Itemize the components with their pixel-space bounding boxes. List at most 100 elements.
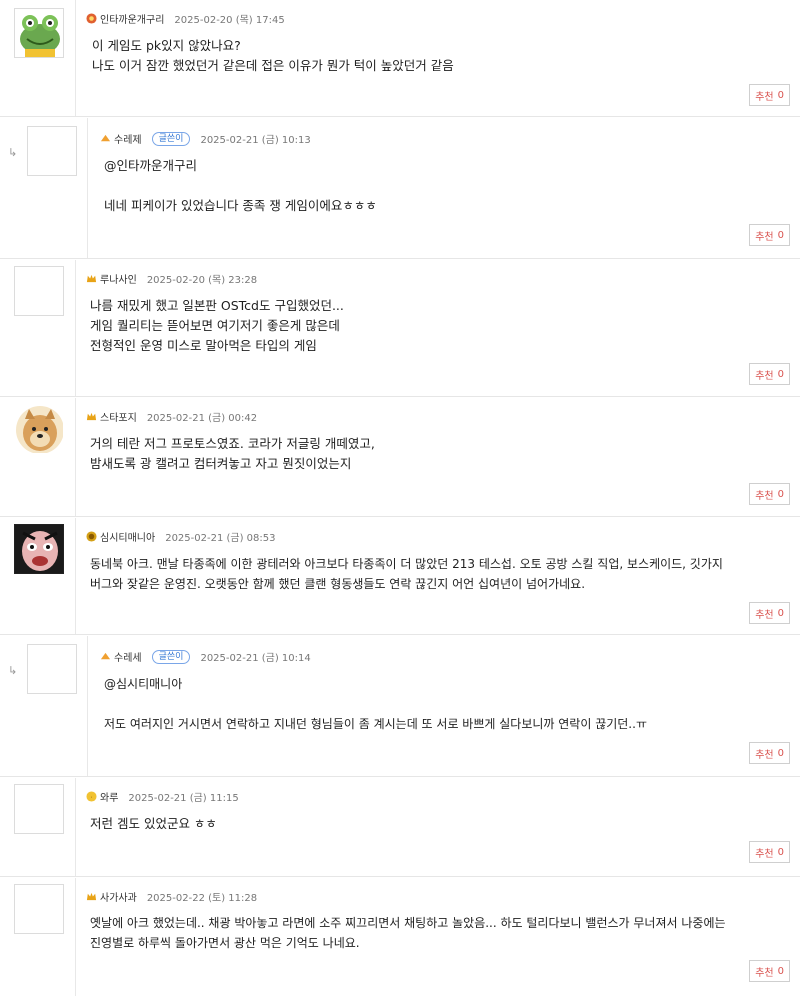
recommend-button[interactable]: 추천 0	[749, 224, 790, 246]
reply-arrow-icon: ↳	[8, 146, 18, 159]
comment-item: 사가사과 2025-02-22 (토) 11:28 옛날에 아크 했었는데.. …	[0, 878, 800, 996]
comment-item: 심시티매니아 2025-02-21 (금) 08:53 동네북 아크. 맨날 타…	[0, 518, 800, 635]
comment-date: 2025-02-22 (토) 11:28	[146, 893, 258, 904]
comment-line: 저도 여러지인 거시면서 연락하고 지내던 형님들이 좀 계시는데 또 서로 바…	[104, 717, 647, 731]
svg-text:·: ·	[90, 793, 92, 801]
comment-line: 네네 피케이가 있었습니다 종족 쟁 게임이에요ㅎㅎㅎ	[104, 198, 377, 213]
comment-line: 이 게임도 pk있지 않았나요?	[92, 38, 241, 53]
reply-arrow-icon: ↳	[8, 664, 18, 677]
recommend-button[interactable]: 추천 0	[749, 841, 790, 863]
blank-avatar[interactable]	[14, 266, 64, 316]
recommend-button[interactable]: 추천 0	[749, 742, 790, 764]
level-icon	[86, 531, 97, 542]
author-nickname[interactable]: 심시티매니아	[100, 529, 155, 544]
mention-link[interactable]: @인타까운개구리	[104, 156, 377, 176]
author-nickname[interactable]: 루나사인	[100, 271, 137, 286]
level-icon	[100, 652, 111, 660]
comment-meta: 심시티매니아 2025-02-21 (금) 08:53	[86, 529, 276, 544]
recommend-count: 0	[777, 89, 784, 101]
comment-date: 2025-02-21 (금) 08:53	[165, 533, 276, 544]
recommend-button[interactable]: 추천 0	[749, 483, 790, 505]
recommend-label: 추천	[755, 91, 774, 103]
comment-body: 옛날에 아크 했었는데.. 채광 박아놓고 라면에 소주 찌끄리면서 채팅하고 …	[90, 913, 726, 953]
recommend-count: 0	[777, 368, 784, 380]
recommend-button[interactable]: 추천 0	[749, 602, 790, 624]
comment-meta: 스타포지 2025-02-21 (금) 00:42	[86, 409, 257, 424]
author-nickname[interactable]: 수레세	[114, 649, 142, 664]
comment-date: 2025-02-21 (금) 10:13	[200, 135, 311, 146]
recommend-label: 추천	[755, 967, 774, 979]
blank-avatar[interactable]	[14, 784, 64, 834]
comment-meta: · 와루 2025-02-21 (금) 11:15	[86, 789, 239, 804]
recommend-label: 추천	[755, 609, 774, 621]
recommend-label: 추천	[755, 490, 774, 502]
face-avatar[interactable]	[14, 524, 64, 574]
recommend-label: 추천	[755, 848, 774, 860]
comment-item: 루나사인 2025-02-20 (목) 23:28 나름 재밌게 했고 일본판 …	[0, 260, 800, 397]
author-badge: 글쓴이	[151, 649, 191, 664]
level-icon	[100, 134, 111, 142]
comment-meta: 사가사과 2025-02-22 (토) 11:28	[86, 889, 257, 904]
comment-item: 스타포지 2025-02-21 (금) 00:42 거의 테란 저그 프로토스였…	[0, 398, 800, 517]
blank-avatar[interactable]	[27, 644, 77, 694]
comment-line: 나도 이거 잠깐 했었던거 같은데 접은 이유가 뭔가 턱이 높았던거 같음	[92, 58, 454, 73]
comment-line: 버그와 잦같은 운영진. 오랫동안 함께 했던 클랜 형동생들도 연락 끊긴지 …	[90, 577, 586, 591]
comment-meta: 수레제 글쓴이 2025-02-21 (금) 10:13	[100, 131, 311, 146]
doge-avatar[interactable]	[14, 404, 64, 454]
recommend-button[interactable]: 추천 0	[749, 960, 790, 982]
comment-item: · 와루 2025-02-21 (금) 11:15 저런 겜도 있었군요 ㅎㅎ …	[0, 778, 800, 877]
comment-line: 옛날에 아크 했었는데.. 채광 박아놓고 라면에 소주 찌끄리면서 채팅하고 …	[90, 916, 726, 930]
comment-meta: 수레세 글쓴이 2025-02-21 (금) 10:14	[100, 649, 311, 664]
comment-body: 저런 겜도 있었군요 ㅎㅎ	[90, 814, 217, 834]
author-badge: 글쓴이	[151, 131, 191, 146]
comment-line: 동네북 아크. 맨날 타종족에 이한 광테러와 아크보다 타종족이 더 많았던 …	[90, 557, 723, 571]
mention-link[interactable]: @심시티매니아	[104, 674, 647, 694]
author-nickname[interactable]: 수레제	[114, 131, 142, 146]
comment-meta: 인타까운개구리 2025-02-20 (목) 17:45	[86, 11, 285, 26]
recommend-count: 0	[777, 607, 784, 619]
author-nickname[interactable]: 인타까운개구리	[100, 11, 164, 26]
comment-body: 거의 테란 저그 프로토스였죠. 코라가 저글링 개떼였고, 밤새도록 광 캘려…	[90, 434, 375, 474]
comment-line: 밤새도록 광 캘려고 컴터켜놓고 자고 뭔짓이었는지	[90, 456, 352, 471]
comment-date: 2025-02-21 (금) 10:14	[200, 653, 311, 664]
recommend-count: 0	[777, 965, 784, 977]
crown-icon	[86, 274, 97, 283]
comment-body: 이 게임도 pk있지 않았나요? 나도 이거 잠깐 했었던거 같은데 접은 이유…	[92, 36, 454, 76]
reply-comment-item: ↳ 수레제 글쓴이 2025-02-21 (금) 10:13 @인타까운개구리 …	[0, 118, 800, 259]
recommend-label: 추천	[755, 370, 774, 382]
author-nickname[interactable]: 와루	[100, 789, 118, 804]
comment-line: 저런 겜도 있었군요 ㅎㅎ	[90, 816, 217, 831]
comment-date: 2025-02-21 (금) 00:42	[146, 413, 258, 424]
level-icon	[86, 13, 97, 24]
comment-body: @인타까운개구리 네네 피케이가 있었습니다 종족 쟁 게임이에요ㅎㅎㅎ	[104, 156, 377, 216]
comment-line: 전형적인 운영 미스로 말아먹은 타입의 게임	[90, 338, 317, 353]
recommend-label: 추천	[755, 749, 774, 761]
comment-line: 진영별로 하루씩 돌아가면서 광산 먹은 기억도 나네요.	[90, 936, 360, 950]
recommend-label: 추천	[755, 231, 774, 243]
recommend-button[interactable]: 추천 0	[749, 84, 790, 106]
comment-item: 인타까운개구리 2025-02-20 (목) 17:45 이 게임도 pk있지 …	[0, 0, 800, 117]
recommend-count: 0	[777, 747, 784, 759]
recommend-count: 0	[777, 229, 784, 241]
comment-body: 동네북 아크. 맨날 타종족에 이한 광테러와 아크보다 타종족이 더 많았던 …	[90, 554, 723, 594]
blank-avatar[interactable]	[27, 126, 77, 176]
line-spacer	[104, 176, 377, 196]
comment-date: 2025-02-21 (금) 11:15	[128, 793, 239, 804]
comment-body: @심시티매니아 저도 여러지인 거시면서 연락하고 지내던 형님들이 좀 계시는…	[104, 674, 647, 734]
comment-line: 게임 퀄리티는 뜯어보면 여기저기 좋은게 많은데	[90, 318, 340, 333]
recommend-count: 0	[777, 488, 784, 500]
recommend-button[interactable]: 추천 0	[749, 363, 790, 385]
comment-body: 나름 재밌게 했고 일본판 OSTcd도 구입했었던... 게임 퀄리티는 뜯어…	[90, 296, 344, 356]
line-spacer	[104, 694, 647, 714]
author-nickname[interactable]: 사가사과	[100, 889, 137, 904]
crown-icon	[86, 892, 97, 901]
reply-comment-item: ↳ 수레세 글쓴이 2025-02-21 (금) 10:14 @심시티매니아 저…	[0, 636, 800, 777]
comment-date: 2025-02-20 (목) 23:28	[146, 275, 258, 286]
frog-avatar[interactable]	[14, 8, 64, 58]
author-nickname[interactable]: 스타포지	[100, 409, 137, 424]
comment-line: 나름 재밌게 했고 일본판 OSTcd도 구입했었던...	[90, 298, 344, 313]
recommend-count: 0	[777, 846, 784, 858]
blank-avatar[interactable]	[14, 884, 64, 934]
comment-meta: 루나사인 2025-02-20 (목) 23:28	[86, 271, 257, 286]
comment-date: 2025-02-20 (목) 17:45	[174, 15, 285, 26]
